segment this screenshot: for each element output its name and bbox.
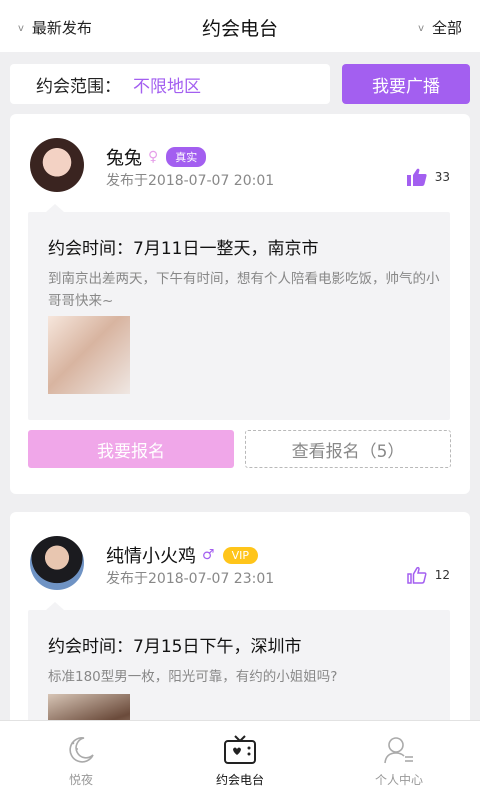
bubble-notch [46,204,64,212]
post-header: 纯情小火鸡 ♂ VIP [106,542,258,568]
thumbs-up-icon [406,168,427,186]
tab-dating-radio[interactable]: 约会电台 [180,735,300,788]
user-name[interactable]: 纯情小火鸡 [106,542,196,568]
post-header: 兔兔 ♀ 真实 [106,144,207,170]
range-label: 约会范围： [36,76,121,97]
view-signups-button[interactable]: 查看报名（5） [245,430,451,468]
post-content: 约会时间：7月11日一整天，南京市 到南京出差两天，下午有时间，想有个人陪看电影… [28,204,450,420]
vip-badge: VIP [222,546,258,564]
range-value: 不限地区 [133,76,201,97]
signup-button[interactable]: 我要报名 [28,430,234,468]
post-description: 到南京出差两天，下午有时间，想有个人陪看电影吃饭，帅气的小哥哥快来~ [48,271,440,309]
like-button[interactable]: 12 [406,566,450,584]
date-range-selector[interactable]: 约会范围： 不限地区 [10,64,330,104]
page-title: 约会电台 [201,18,278,40]
post-card: 兔兔 ♀ 真实 发布于2018-07-07 20:01 33 约会时间：7月11… [10,114,470,494]
female-icon: ♀ [148,149,159,165]
post-photo[interactable] [48,316,130,394]
tab-profile[interactable]: 个人中心 [339,735,459,788]
bubble-notch [46,602,64,610]
all-filter-label: 全部 [431,19,462,37]
top-bar: v 最新发布 约会电台 v 全部 [0,0,480,52]
like-count: 33 [434,170,450,184]
post-time: 发布于2018-07-07 20:01 [106,173,275,189]
radio-icon [224,735,256,764]
broadcast-button[interactable]: 我要广播 [342,64,470,104]
avatar[interactable] [30,536,84,590]
post-card: 纯情小火鸡 ♂ VIP 发布于2018-07-07 23:01 12 约会时间：… [10,512,470,754]
like-count: 12 [434,568,450,582]
tab-label: 约会电台 [215,773,264,787]
verified-badge: 真实 [166,147,207,167]
bottom-tab-bar: 悦夜 约会电台 个人中心 [0,720,480,800]
tab-label: 个人中心 [374,773,423,787]
person-icon [384,737,413,764]
user-name[interactable]: 兔兔 [106,144,142,170]
moon-icon [69,737,94,763]
all-filter-dropdown[interactable]: v 全部 [418,17,462,38]
tab-label: 悦夜 [68,773,93,787]
chevron-down-icon: v [418,22,424,34]
male-icon: ♂ [202,547,215,563]
like-button[interactable]: 33 [406,168,450,186]
post-time: 发布于2018-07-07 23:01 [106,571,275,587]
avatar[interactable] [30,138,84,192]
date-time: 约会时间：7月11日一整天，南京市 [48,239,319,259]
post-description: 标准180型男一枚，阳光可靠，有约的小姐姐吗? [48,669,338,685]
date-time: 约会时间：7月15日下午，深圳市 [48,637,302,657]
thumbs-up-outline-icon [406,566,427,584]
tab-yueye[interactable]: 悦夜 [21,735,141,788]
